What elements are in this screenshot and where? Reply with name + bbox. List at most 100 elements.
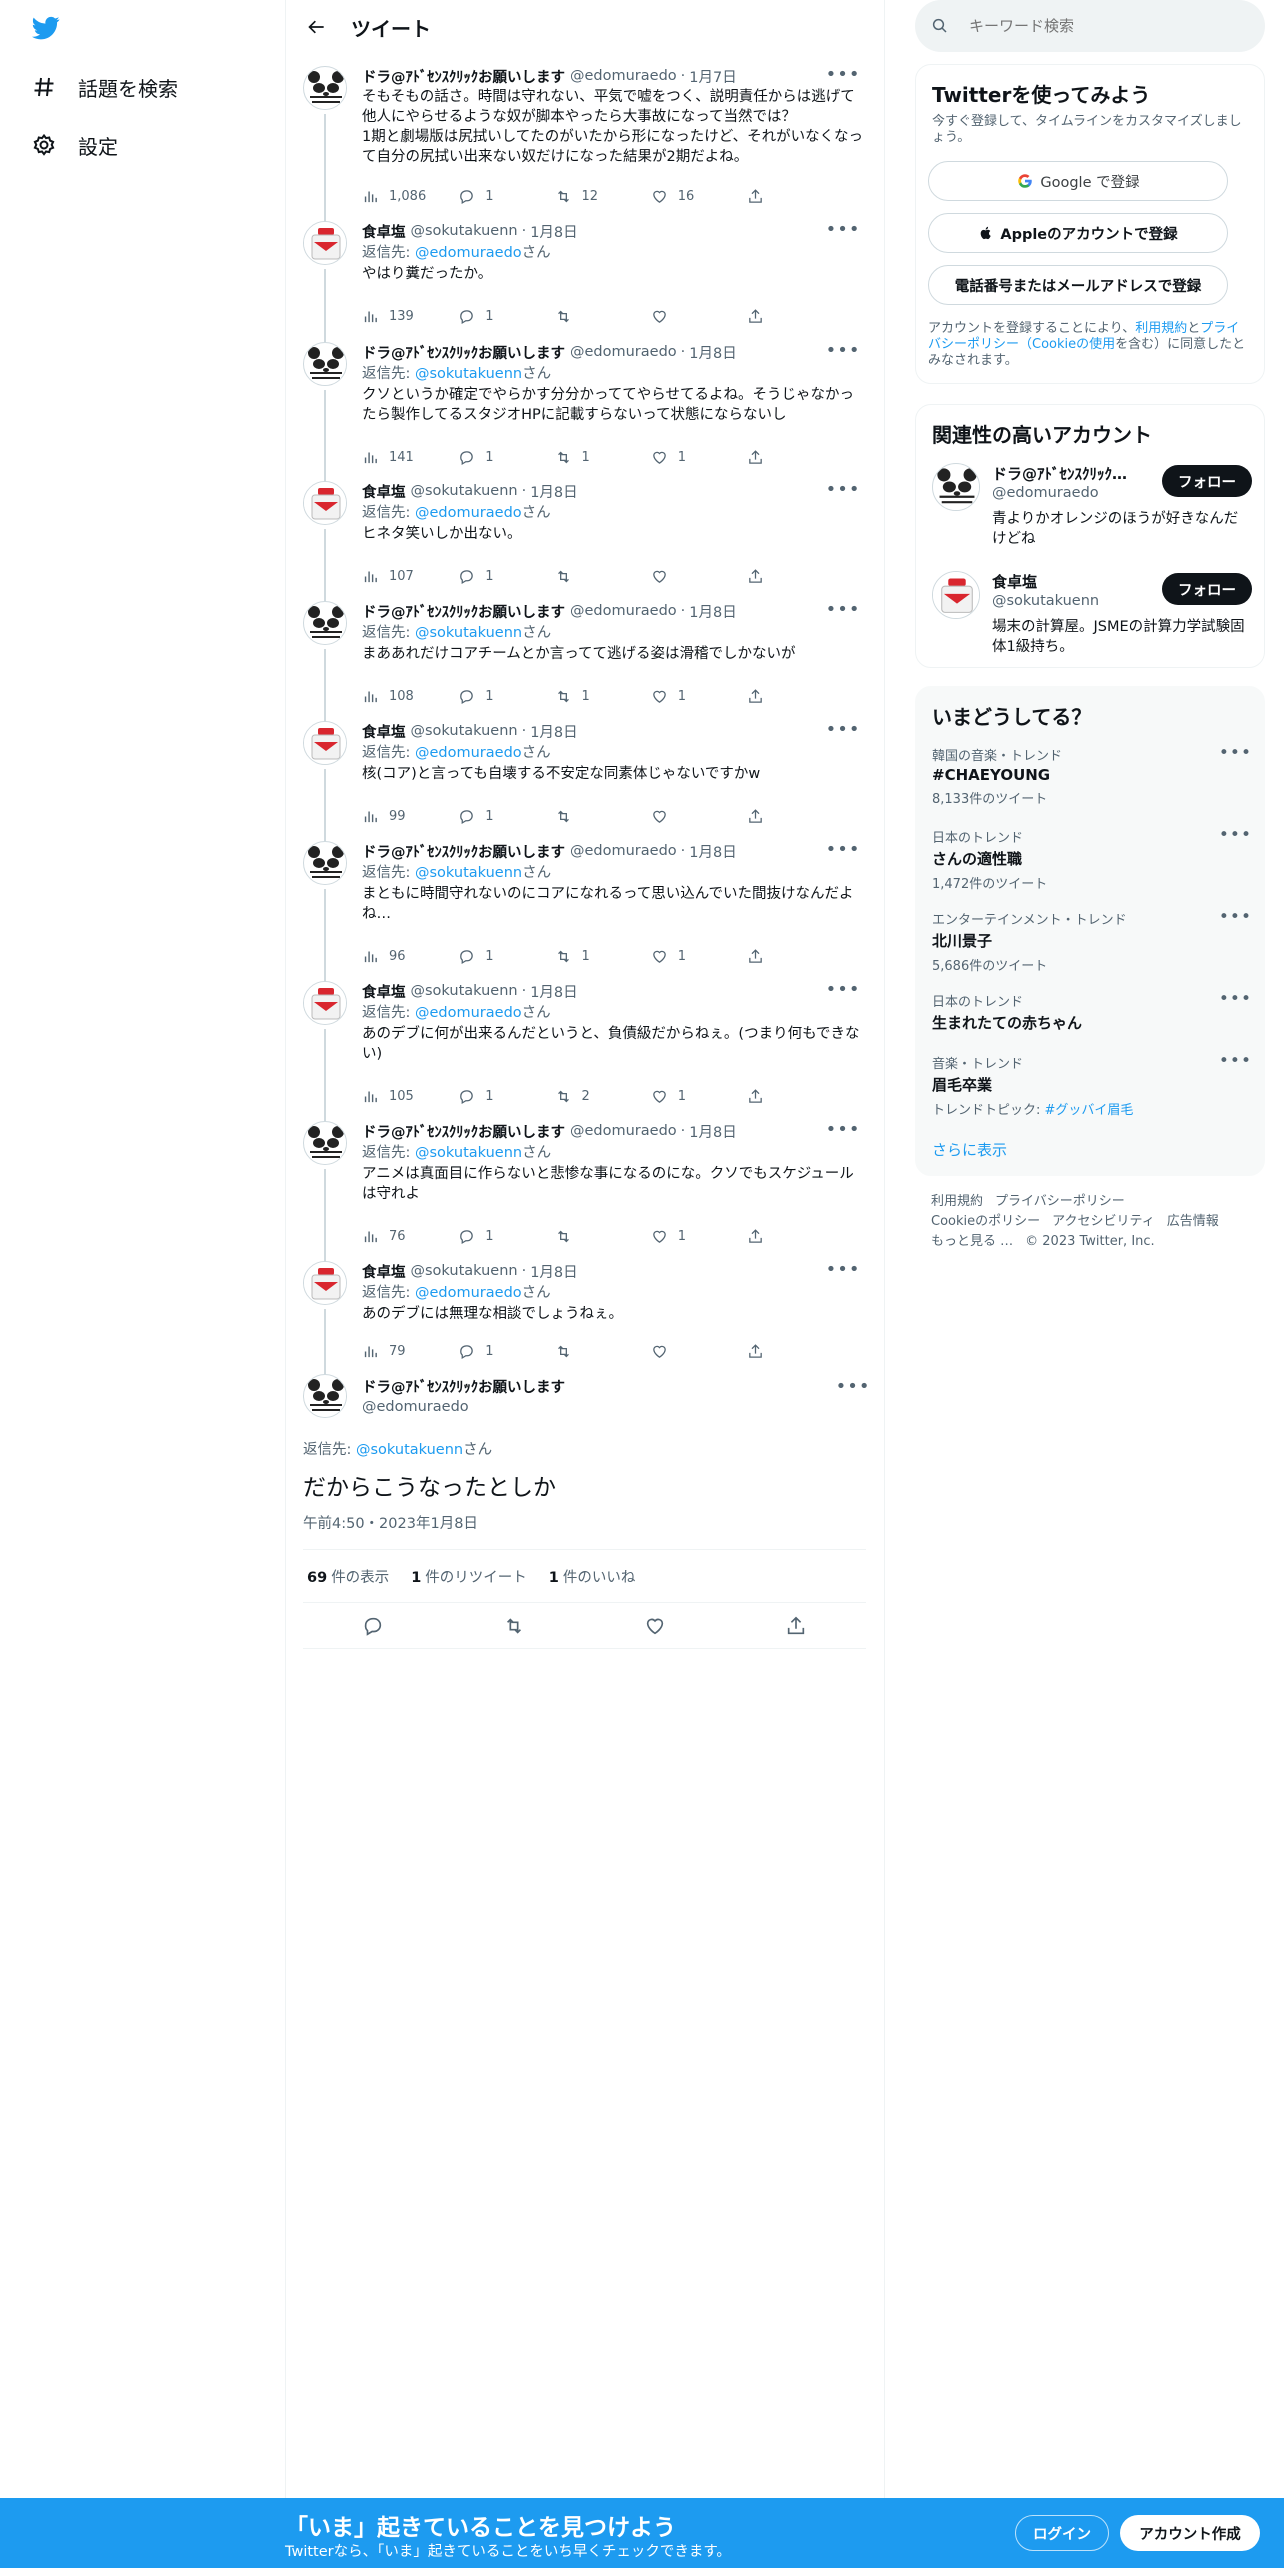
more-icon[interactable]: ••• xyxy=(826,1259,860,1280)
author-handle[interactable]: @sokutakuenn xyxy=(411,983,518,999)
views-button[interactable]: 79 xyxy=(362,1343,458,1360)
reply-to-link[interactable]: @sokutakuenn xyxy=(415,1145,522,1161)
more-icon[interactable]: ••• xyxy=(826,719,860,740)
author-name[interactable]: 食卓塩 xyxy=(362,981,406,1002)
like-button[interactable]: 1 xyxy=(651,688,747,705)
footer-link[interactable]: アクセシビリティ xyxy=(1052,1214,1155,1229)
back-button[interactable] xyxy=(297,7,337,47)
like-button[interactable] xyxy=(651,568,747,585)
reply-button[interactable]: 1 xyxy=(458,1343,554,1360)
retweet-button[interactable] xyxy=(555,568,651,585)
more-icon[interactable]: ••• xyxy=(1219,743,1252,763)
thread-tweet[interactable]: 食卓塩 @sokutakuenn · 1月8日 ••• 返信先: @edomuraedoさ… xyxy=(286,979,884,1122)
more-icon[interactable]: ••• xyxy=(826,599,860,620)
like-button[interactable]: 1 xyxy=(651,1088,747,1105)
retweet-button[interactable] xyxy=(555,808,651,825)
author-handle[interactable]: @sokutakuenn xyxy=(411,483,518,499)
reply-button[interactable]: 1 xyxy=(458,808,554,825)
more-icon[interactable]: ••• xyxy=(1219,825,1252,845)
author-handle[interactable]: @edomuraedo xyxy=(570,843,677,859)
views-button[interactable]: 107 xyxy=(362,568,458,585)
avatar[interactable] xyxy=(303,841,347,885)
trend-topic-link[interactable]: #グッバイ眉毛 xyxy=(1045,1103,1134,1118)
like-button[interactable] xyxy=(651,1343,747,1360)
reply-to-link[interactable]: @edomuraedo xyxy=(415,245,522,261)
author-handle[interactable]: @sokutakuenn xyxy=(411,1263,518,1279)
views-button[interactable]: 108 xyxy=(362,688,458,705)
tweet-date[interactable]: 1月8日 xyxy=(689,601,736,622)
follow-button[interactable]: フォロー xyxy=(1162,573,1252,605)
footer-link[interactable]: Cookieのポリシー xyxy=(931,1214,1040,1229)
thread-tweet[interactable]: ドラ@ｱﾄﾞｾﾝｽｸﾘｯｸお願いします @edomuraedo · 1月8日 ••• 返信… xyxy=(286,599,884,722)
reply-button[interactable]: 1 xyxy=(458,1228,554,1245)
tweet-date[interactable]: 1月8日 xyxy=(530,1261,577,1282)
tweet-date[interactable]: 1月8日 xyxy=(689,342,736,363)
share-button[interactable] xyxy=(747,308,782,325)
author-handle[interactable]: @sokutakuenn xyxy=(411,723,518,739)
author-handle[interactable]: @edomuraedo xyxy=(362,1399,565,1415)
more-icon[interactable]: ••• xyxy=(826,64,860,85)
signup-button[interactable]: アカウント作成 xyxy=(1120,2515,1260,2551)
more-icon[interactable]: ••• xyxy=(1219,907,1252,927)
author-name[interactable]: 食卓塩 xyxy=(362,1261,406,1282)
twitter-logo-icon[interactable] xyxy=(30,14,64,42)
reply-to-link[interactable]: @sokutakuenn xyxy=(415,625,522,641)
phone-email-signup-button[interactable]: 電話番号またはメールアドレスで登録 xyxy=(928,265,1228,305)
author-name[interactable]: ドラ@ｱﾄﾞｾﾝｽｸﾘｯｸお願いします xyxy=(362,66,565,87)
related-account[interactable]: ドラ@ｱﾄﾞｾﾝｽｸﾘｯｸお願いします @edomuraedo 青よりかオレンジ… xyxy=(932,463,1252,553)
reply-button[interactable]: 1 xyxy=(458,948,554,965)
avatar[interactable] xyxy=(303,221,347,265)
thread-tweet[interactable]: ドラ@ｱﾄﾞｾﾝｽｸﾘｯｸお願いします @edomuraedo · 1月7日 ••• そも… xyxy=(286,64,884,222)
avatar[interactable] xyxy=(303,1374,347,1418)
reply-button[interactable]: 1 xyxy=(458,1088,554,1105)
nav-explore[interactable]: 話題を検索 xyxy=(30,67,178,107)
retweet-button[interactable]: 1 xyxy=(555,948,651,965)
views-button[interactable]: 139 xyxy=(362,308,458,325)
avatar[interactable] xyxy=(303,601,347,645)
retweet-button[interactable]: 1 xyxy=(555,688,651,705)
follow-button[interactable]: フォロー xyxy=(1162,465,1252,497)
share-button[interactable] xyxy=(747,1228,782,1245)
author-name[interactable]: ドラ@ｱﾄﾞｾﾝｽｸﾘｯｸお願いします xyxy=(362,1121,565,1142)
share-button[interactable] xyxy=(747,568,782,585)
retweet-button[interactable]: 2 xyxy=(555,1088,651,1105)
likes-stat[interactable]: 1 件のいいね xyxy=(549,1566,636,1587)
nav-settings[interactable]: 設定 xyxy=(30,125,118,165)
more-icon[interactable]: ••• xyxy=(1219,989,1252,1009)
share-button[interactable] xyxy=(747,1343,782,1360)
tweet-date[interactable]: 1月8日 xyxy=(689,841,736,862)
reply-to-link[interactable]: @sokutakuenn xyxy=(415,865,522,881)
reply-button[interactable]: 1 xyxy=(458,188,554,205)
author-name[interactable]: ドラ@ｱﾄﾞｾﾝｽｸﾘｯｸお願いします xyxy=(362,841,565,862)
tweet-date[interactable]: 1月8日 xyxy=(530,721,577,742)
views-button[interactable]: 1,086 xyxy=(362,188,458,205)
reply-to-link[interactable]: @edomuraedo xyxy=(415,1285,522,1301)
search-box[interactable] xyxy=(915,0,1265,52)
share-button[interactable] xyxy=(776,1606,816,1646)
reply-to-link[interactable]: @sokutakuenn xyxy=(356,1442,463,1458)
tweet-date[interactable]: 1月7日 xyxy=(689,66,736,87)
avatar[interactable] xyxy=(303,981,347,1025)
thread-tweet[interactable]: ドラ@ｱﾄﾞｾﾝｽｸﾘｯｸお願いします @edomuraedo · 1月8日 ••• 返信… xyxy=(286,340,884,483)
views-button[interactable]: 99 xyxy=(362,808,458,825)
more-icon[interactable]: ••• xyxy=(826,479,860,500)
like-button[interactable] xyxy=(651,308,747,325)
tweet-date[interactable]: 1月8日 xyxy=(530,481,577,502)
search-input[interactable] xyxy=(969,17,1229,35)
more-icon[interactable]: ••• xyxy=(826,340,860,361)
thread-tweet[interactable]: 食卓塩 @sokutakuenn · 1月8日 ••• 返信先: @edomuraedoさ… xyxy=(286,479,884,602)
retweet-button[interactable] xyxy=(555,308,651,325)
more-icon[interactable]: ••• xyxy=(826,219,860,240)
author-handle[interactable]: @edomuraedo xyxy=(570,1123,677,1139)
footer-link[interactable]: プライバシーポリシー xyxy=(995,1194,1125,1209)
share-button[interactable] xyxy=(747,688,782,705)
author-handle[interactable]: @sokutakuenn xyxy=(411,223,518,239)
reply-to-link[interactable]: @edomuraedo xyxy=(415,505,522,521)
like-button[interactable] xyxy=(635,1606,675,1646)
thread-tweet[interactable]: 食卓塩 @sokutakuenn · 1月8日 ••• 返信先: @edomuraedoさ… xyxy=(286,719,884,842)
author-name[interactable]: 食卓塩 xyxy=(362,481,406,502)
share-button[interactable] xyxy=(747,808,782,825)
retweet-button[interactable] xyxy=(555,1228,651,1245)
thread-tweet[interactable]: 食卓塩 @sokutakuenn · 1月8日 ••• 返信先: @edomuraedoさ… xyxy=(286,1259,884,1377)
views-button[interactable]: 105 xyxy=(362,1088,458,1105)
